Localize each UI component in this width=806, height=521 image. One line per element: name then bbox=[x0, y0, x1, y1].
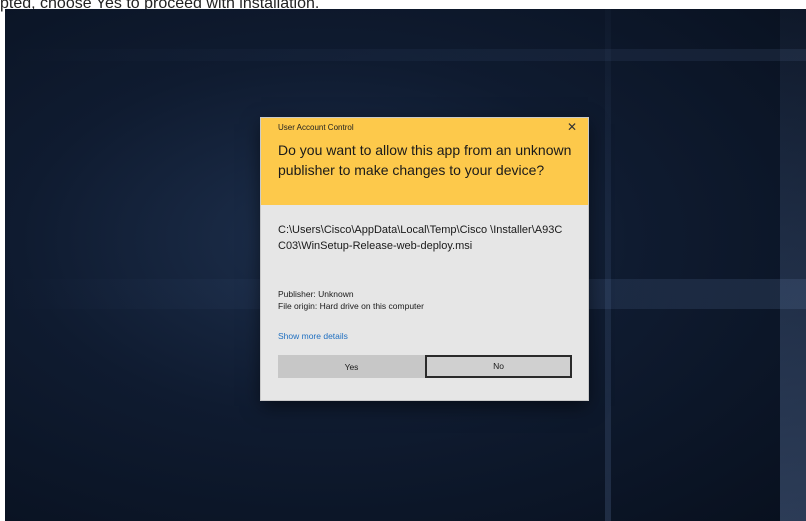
file-origin-info: File origin: Hard drive on this computer bbox=[278, 301, 424, 311]
show-more-details-link[interactable]: Show more details bbox=[278, 330, 348, 342]
dialog-title: User Account Control bbox=[278, 123, 354, 132]
file-path: C:\Users\Cisco\AppData\Local\Temp\Cisco … bbox=[278, 224, 563, 252]
no-button[interactable]: No bbox=[425, 355, 572, 378]
wallpaper-light-ray bbox=[5, 49, 806, 61]
yes-button[interactable]: Yes bbox=[278, 355, 425, 378]
dialog-header: User Account Control ✕ Do you want to al… bbox=[261, 118, 588, 205]
screenshot: pted, choose Yes to proceed with install… bbox=[0, 0, 806, 521]
uac-dialog: User Account Control ✕ Do you want to al… bbox=[261, 118, 588, 400]
dialog-question: Do you want to allow this app from an un… bbox=[278, 142, 572, 178]
wallpaper-window-pane bbox=[780, 9, 806, 521]
close-icon[interactable]: ✕ bbox=[565, 120, 579, 134]
wallpaper-window-pane bbox=[605, 9, 611, 521]
publisher-info: Publisher: Unknown bbox=[278, 289, 354, 299]
